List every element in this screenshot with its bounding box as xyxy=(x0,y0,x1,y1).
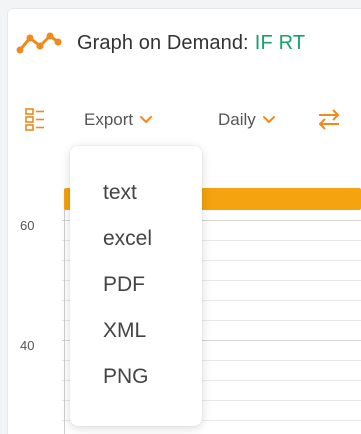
export-option-xml[interactable]: XML xyxy=(70,308,202,354)
page-title: Graph on Demand: xyxy=(77,31,249,54)
frequency-dropdown[interactable]: Daily xyxy=(218,110,276,130)
export-option-pdf[interactable]: PDF xyxy=(70,262,202,308)
export-label: Export xyxy=(84,110,134,129)
title-row: Graph on Demand: IF RT xyxy=(16,30,305,56)
frequency-label: Daily xyxy=(218,110,256,129)
export-option-png[interactable]: PNG xyxy=(70,354,202,400)
column-config-icon[interactable] xyxy=(24,106,46,132)
page-title-accent: IF RT xyxy=(254,31,306,54)
export-button[interactable]: Export xyxy=(84,110,153,130)
y-axis xyxy=(64,192,65,434)
swap-arrows-icon[interactable] xyxy=(316,106,342,132)
chevron-down-icon xyxy=(262,116,275,123)
export-menu: text excel PDF XML PNG xyxy=(70,146,202,426)
y-tick-label: 40 xyxy=(20,338,35,353)
chevron-down-icon xyxy=(140,116,153,123)
line-graph-icon xyxy=(16,32,62,54)
export-option-text[interactable]: text xyxy=(70,170,202,216)
chart-toolbar: Export Daily xyxy=(24,104,361,134)
export-option-excel[interactable]: excel xyxy=(70,216,202,262)
y-tick-label: 60 xyxy=(20,218,35,233)
